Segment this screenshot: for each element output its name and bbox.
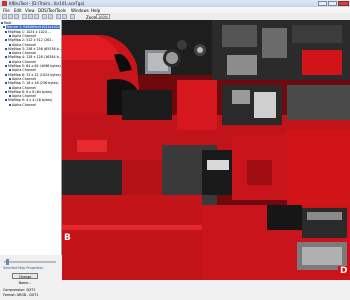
zoom-select[interactable]: 100% (96, 14, 110, 19)
tree-node-icon (5, 39, 7, 42)
zoom-in-icon[interactable] (56, 14, 61, 19)
change-name-button[interactable]: Change Name... (12, 273, 38, 285)
minimize-button[interactable] (318, 1, 327, 6)
texture-viewer[interactable]: B D (62, 20, 350, 280)
tree-node-icon (1, 22, 3, 24)
properties-panel: Selected Map Properties Change Name... C… (0, 255, 62, 300)
app-icon (2, 1, 7, 6)
tree-node-icon (3, 26, 5, 29)
window-title: KfBruTool - [D:\Train\...\br101.aceTga] (9, 1, 85, 6)
mipmap-tree-panel: Root Texture 1: RailVehicle1024x1024 MipMa… (0, 20, 62, 300)
tree-node-icon (5, 82, 7, 85)
texture-image (62, 20, 350, 280)
slider-track[interactable] (4, 261, 56, 263)
tree-node-icon (9, 86, 11, 89)
texture-label-left: B (62, 233, 73, 243)
tree-node-icon (5, 65, 7, 67)
title-bar: KfBruTool - [D:\Train\...\br101.aceTga] (0, 0, 350, 7)
save-icon[interactable] (14, 14, 19, 19)
new-icon[interactable] (2, 14, 7, 19)
open-icon[interactable] (8, 14, 13, 19)
texture-label-right: D (338, 266, 350, 276)
compression-text: Compression: DXT1 (3, 288, 36, 292)
tree-node-icon (5, 90, 7, 93)
tree-node-icon (9, 95, 11, 98)
maximize-button[interactable] (328, 1, 337, 6)
properties-heading: Selected Map Properties (3, 266, 44, 270)
tree-item-label: Alpha Channel (12, 102, 36, 107)
close-button[interactable] (338, 1, 349, 6)
format-text: Format: ARGB - DXT1 (3, 293, 39, 297)
tree-node-icon (9, 77, 11, 80)
tree-node-icon (5, 30, 7, 33)
undo-icon[interactable] (42, 14, 47, 19)
slider-thumb[interactable] (6, 259, 9, 265)
tree-node-icon (9, 60, 11, 63)
help-icon[interactable] (70, 14, 75, 19)
tree-node-icon (5, 99, 7, 102)
paste-icon[interactable] (34, 14, 39, 19)
tree-node-icon (9, 34, 11, 37)
tree-node-icon (9, 103, 11, 106)
tree-node-icon (9, 52, 11, 55)
tree-node-icon (5, 47, 7, 50)
cut-icon[interactable] (22, 14, 27, 19)
redo-icon[interactable] (48, 14, 53, 19)
tree-node-icon (9, 43, 11, 46)
tree-node-icon (5, 73, 7, 76)
copy-icon[interactable] (28, 14, 33, 19)
tree-item[interactable]: Alpha Channel (9, 103, 36, 107)
tree-node-icon (5, 56, 7, 59)
zoom-out-icon[interactable] (62, 14, 67, 19)
tree-node-icon (9, 69, 11, 72)
